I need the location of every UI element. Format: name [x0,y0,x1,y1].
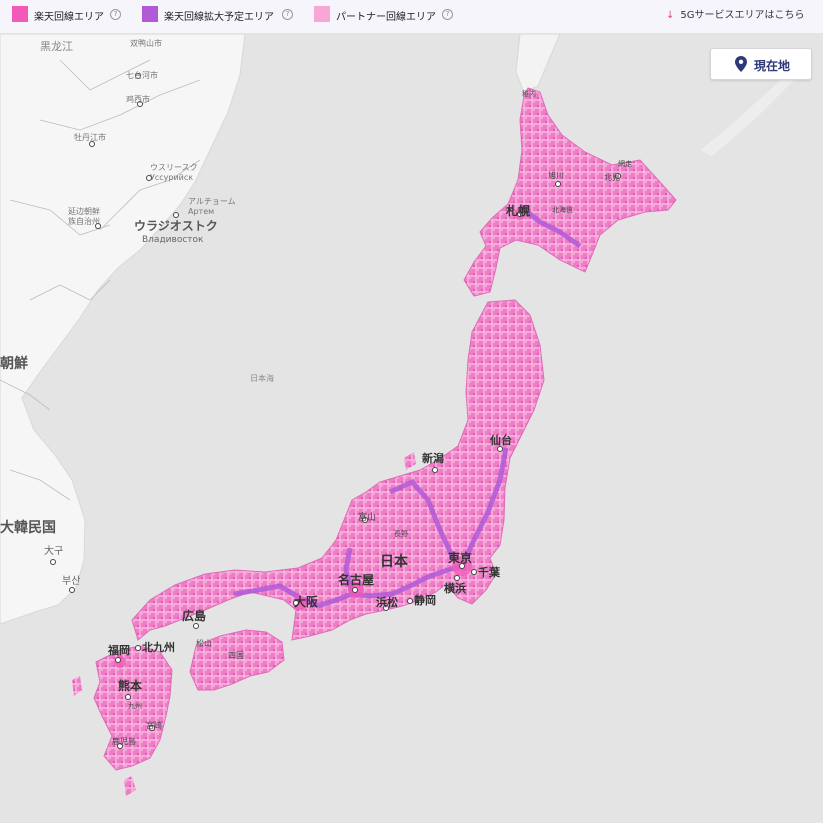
map-label-kumamoto: 熊本 [118,678,142,693]
map-label-sea-of-japan: 日本海 [250,373,274,383]
map-label-kitami: 北見 [604,173,620,182]
map-label-niigata: 新潟 [422,451,444,465]
map-label-hokkaido: 北海道 [552,205,573,214]
legend-swatch-rakuten [12,6,28,22]
map-label-kyushu: 九州 [128,701,142,710]
map-label-yokohama: 横浜 [444,581,466,595]
map-label-yanbian-1: 延边朝鲜 [68,206,100,216]
map-label-sapporo: 札幌 [505,203,530,218]
map-label-shuangyashan: 双鸭山市 [130,38,162,48]
map-label-jixi: 鸡西市 [126,94,150,104]
map-label-vladivostok-ja: ウラジオストク [134,219,218,233]
map-label-nagoya: 名古屋 [338,572,374,587]
map-label-artyom-ja: アルチョーム [188,197,236,206]
map-label-qitaihe: 七台河市 [126,70,158,80]
help-circle-icon[interactable]: ? [442,9,453,20]
map-label-shikoku: 四国 [228,651,244,660]
map-canvas[interactable]: 黑龙江 双鸭山市 七台河市 鸡西市 牡丹江市 ウスリースク Уссурийск … [0,34,823,823]
map-label-korea: 大韓民国 [0,519,56,536]
map-label-hiroshima: 広島 [182,608,206,623]
legend-swatch-partner [314,6,330,22]
fiveg-area-link[interactable]: ↓ 5Gサービスエリアはこちら [666,6,805,21]
map-label-miyazaki: 宮崎 [146,720,162,730]
fiveg-link-label: 5Gサービスエリアはこちら [680,10,805,21]
map-label-osaka: 大阪 [294,594,319,609]
map-label-kitakyushu: 北九州 [142,640,175,654]
map-label-hamamatsu: 浜松 [376,595,398,609]
help-circle-icon[interactable]: ? [282,9,293,20]
map-label-heilongjiang: 黑龙江 [40,40,73,53]
map-label-yanbian-2: 族自治州 [68,216,100,226]
map-label-chiba: 千葉 [478,565,501,579]
map-label-sendai: 仙台 [490,433,512,447]
legend-label-partner: パートナー回線エリア [336,12,436,23]
map-label-ussuriysk-ru: Уссурийск [150,173,193,182]
map-label-artyom-ru: Артем [188,207,214,216]
map-label-busan: 부산 [62,575,80,587]
map-label-wakkanai: 稚内 [522,89,536,98]
map-label-matsuyama: 松山 [196,638,212,648]
map-label-nagano: 長野 [394,530,408,538]
map-label-vladivostok-ru: Владивосток [142,235,204,245]
map-label-daegu: 大구 [44,544,63,557]
map-label-abashiri: 網走 [618,159,632,168]
map-label-toyama: 富山 [358,511,376,523]
current-location-button[interactable]: 現在地 [710,48,812,80]
legend-label-expansion: 楽天回線拡大予定エリア [164,12,274,23]
map-label-mudanjiang: 牡丹江市 [74,132,106,142]
map-label-fukuoka: 福岡 [107,643,130,657]
arrow-down-icon: ↓ [666,10,675,21]
map-label-ussuriysk-ja: ウスリースク [150,163,198,172]
legend-label-rakuten: 楽天回線エリア [34,12,104,23]
map-label-shizuoka: 静岡 [414,593,436,607]
map-label-north-korea: 朝鮮 [0,355,28,372]
help-circle-icon[interactable]: ? [110,9,121,20]
legend-bar: 楽天回線エリア ? 楽天回線拡大予定エリア ? パートナー回線エリア ? ↓ 5G… [0,0,823,34]
legend-swatch-expansion [142,6,158,22]
current-location-label: 現在地 [754,59,791,73]
map-label-tokyo: 東京 [448,550,472,565]
map-pin-icon [735,56,747,72]
map-label-asahikawa: 旭川 [548,170,564,180]
map-label-japan: 日本 [380,553,409,570]
map-label-kagoshima: 鹿児島 [112,736,136,746]
